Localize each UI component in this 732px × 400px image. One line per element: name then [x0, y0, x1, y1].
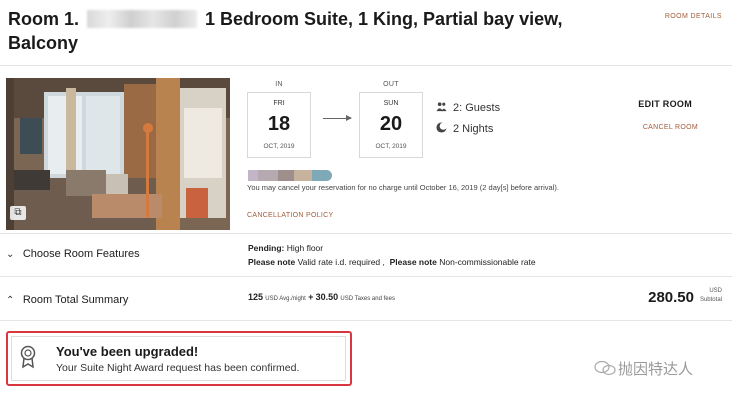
room-total-summary-title: Room Total Summary: [22, 294, 129, 306]
redacted-block: [312, 170, 332, 181]
taxes-amount: 30.50: [315, 292, 339, 302]
nights-count: 2 Nights: [453, 123, 494, 135]
note-label: Please note: [389, 257, 437, 267]
plus-sign: +: [308, 292, 314, 302]
room-photo-illustration: [6, 78, 230, 230]
note-value: Valid rate i.d. required ,: [297, 257, 385, 267]
upgrade-message: Your Suite Night Award request has been …: [56, 362, 300, 374]
choose-room-features-title: Choose Room Features: [22, 248, 140, 260]
check-out-date-card: SUN 20 OCT, 2019: [359, 92, 423, 158]
room-type-name: 1 Bedroom Suite, 1 King, Partial bay vie…: [205, 9, 563, 29]
chevron-down-icon: ⌄: [6, 249, 15, 260]
nightly-unit: USD Avg./night: [265, 296, 306, 302]
upgrade-title: You've been upgraded!: [56, 344, 199, 359]
check-out-day: 20: [379, 113, 403, 135]
redacted-block: [248, 170, 258, 181]
room-type-name-line2: Balcony: [8, 33, 79, 53]
taxes-unit: USD Taxes and fees: [340, 296, 395, 302]
room-title: Room 1. 1 Bedroom Suite, 1 King, Partial …: [8, 7, 568, 55]
nightly-amount: 125: [248, 292, 264, 302]
cancellation-note: You may cancel your reservation for no c…: [247, 183, 559, 192]
edit-room-button[interactable]: EDIT ROOM: [638, 99, 692, 109]
pending-label: Pending:: [248, 243, 285, 253]
note-value: Non-commissionable rate: [439, 257, 536, 267]
arrow-right-icon: [323, 115, 352, 121]
check-out-month-year: OCT, 2019: [375, 143, 407, 150]
moon-icon: [436, 122, 447, 133]
guests-icon: [436, 102, 447, 112]
award-ribbon-icon: [20, 345, 36, 369]
pending-value: High floor: [286, 243, 324, 253]
check-in-date-card: FRI 18 OCT, 2019: [247, 92, 311, 158]
wechat-icon: [594, 360, 616, 376]
cancel-room-link[interactable]: CANCEL ROOM: [643, 124, 698, 131]
room-number-prefix: Room 1.: [8, 9, 80, 29]
divider: [0, 65, 732, 66]
redacted-block: [258, 170, 278, 181]
check-out-weekday: SUN: [383, 100, 399, 107]
divider: [0, 233, 732, 234]
guests-info: 2: Guests: [436, 101, 500, 114]
check-in-month-year: OCT, 2019: [263, 143, 295, 150]
note-label: Please note: [248, 257, 296, 267]
subtotal-label: Subtotal: [699, 297, 722, 303]
subtotal-meta: USD Subtotal: [700, 287, 722, 305]
room-photo[interactable]: [6, 78, 230, 230]
choose-room-features-toggle[interactable]: ⌄ Choose Room Features: [6, 244, 140, 262]
redacted-room-number: [87, 10, 198, 28]
chevron-up-icon: ⌃: [6, 295, 15, 306]
room-details-link[interactable]: ROOM DETAILS: [665, 13, 722, 20]
check-in-day: 18: [267, 113, 291, 135]
check-in-label: IN: [275, 81, 283, 88]
check-out-label: OUT: [383, 81, 399, 88]
nights-info: 2 Nights: [436, 122, 493, 135]
subtotal-amount: 280.50: [648, 289, 694, 306]
cancellation-policy-link[interactable]: CANCELLATION POLICY: [247, 212, 333, 219]
pending-request: Pending: High floor: [248, 243, 323, 253]
price-breakdown: 125 USD Avg./night + 30.50 USD Taxes and…: [248, 292, 395, 302]
rate-notes: Please note Valid rate i.d. required , P…: [248, 257, 536, 267]
room-total-summary-toggle[interactable]: ⌃ Room Total Summary: [6, 290, 128, 308]
redacted-block: [294, 170, 312, 181]
check-in-weekday: FRI: [273, 100, 285, 107]
redacted-block: [278, 170, 294, 181]
subtotal-currency: USD: [709, 288, 722, 294]
divider: [0, 276, 732, 277]
divider: [0, 320, 732, 321]
guests-count: 2: Guests: [453, 102, 501, 114]
watermark-text: 抛因特达人: [618, 360, 694, 378]
gallery-icon[interactable]: ⧉: [10, 206, 26, 220]
